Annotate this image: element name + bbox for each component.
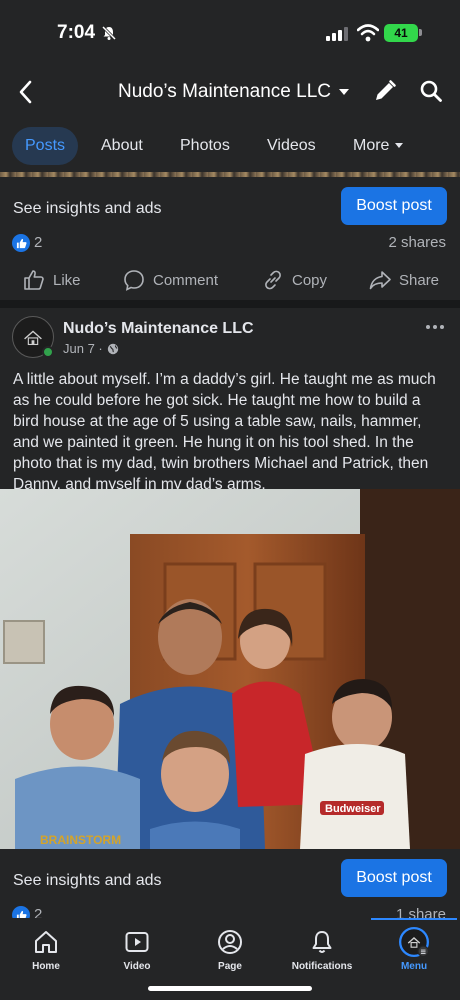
link-icon (265, 270, 281, 290)
page-name: Nudo’s Maintenance LLC (118, 81, 332, 102)
video-icon (125, 932, 149, 952)
tab-more-label: More (353, 137, 390, 154)
comment-label: Comment (153, 271, 219, 289)
see-insights-link[interactable]: See insights and ads (13, 200, 162, 218)
battery-nub (419, 29, 422, 36)
nav-page[interactable]: Page (190, 918, 270, 978)
see-insights-link-2[interactable]: See insights and ads (13, 872, 162, 890)
tab-photos[interactable]: Photos (180, 127, 230, 165)
copy-label: Copy (292, 271, 328, 289)
tab-videos[interactable]: Videos (267, 127, 316, 165)
more-options-icon[interactable] (426, 320, 446, 334)
page-icon (218, 930, 242, 954)
nav-menu-label: Menu (400, 961, 428, 972)
boost-post-button-2[interactable]: Boost post (341, 859, 447, 897)
shirt-text-brainstorm: BRAINSTORM (40, 833, 121, 847)
like-label: Like (53, 271, 81, 289)
like-reaction-icon (12, 234, 30, 252)
nav-home[interactable]: Home (6, 918, 86, 978)
menu-icon (399, 927, 429, 957)
reactions-bar-2: 2 1 share (0, 902, 460, 918)
comment-icon (124, 270, 144, 291)
post-photo[interactable]: BRAINSTORM Budweiser (0, 489, 460, 849)
reaction-count-2[interactable]: 2 (34, 906, 42, 918)
pencil-icon[interactable] (373, 79, 397, 103)
nav-video[interactable]: Video (97, 918, 177, 978)
battery-indicator: 41 (384, 24, 418, 42)
like-reaction-icon-2 (12, 906, 30, 918)
nav-notifications-label: Notifications (291, 961, 353, 972)
post-meta: Jun 7 · (63, 341, 119, 356)
share-count[interactable]: 2 shares (388, 234, 446, 251)
status-time: 7:04 (57, 22, 96, 43)
post-text: A little about myself. I’m a daddy’s gir… (13, 371, 436, 493)
globe-icon (107, 343, 118, 354)
cover-photo-edge (0, 172, 460, 177)
share-label: Share (399, 271, 440, 289)
bell-icon (312, 931, 332, 953)
online-status-dot (42, 346, 54, 358)
page-name-switcher[interactable]: Nudo’s Maintenance LLC (118, 81, 350, 103)
copy-link-button[interactable]: Copy (262, 262, 327, 298)
post-actions: Like Comment Copy Share (0, 262, 460, 298)
nav-home-label: Home (32, 961, 60, 972)
home-icon (35, 931, 57, 953)
nav-notifications[interactable]: Notifications (282, 918, 362, 978)
battery-level: 41 (394, 26, 408, 40)
tab-about[interactable]: About (101, 127, 143, 165)
status-bar: 7:04 41 (0, 0, 460, 66)
share-icon (369, 271, 391, 290)
search-icon[interactable] (419, 79, 443, 103)
tab-posts[interactable]: Posts (12, 127, 79, 165)
chevron-down-icon (395, 143, 404, 149)
back-icon[interactable] (14, 78, 38, 106)
like-button[interactable]: Like (23, 262, 81, 298)
nav-menu[interactable]: Menu (374, 918, 454, 978)
reactions-bar: 2 2 shares (0, 230, 460, 258)
share-button[interactable]: Share (369, 262, 439, 298)
page-tabs: Posts About Photos Videos More (0, 127, 460, 167)
home-indicator (148, 986, 312, 991)
wifi-icon (357, 24, 379, 42)
feed-separator (0, 300, 460, 308)
thumbs-up-icon (24, 270, 44, 290)
nav-page-label: Page (218, 961, 242, 972)
bell-off-icon (101, 25, 117, 41)
post-author[interactable]: Nudo’s Maintenance LLC (63, 320, 254, 338)
share-count-2[interactable]: 1 share (396, 906, 446, 918)
reaction-count[interactable]: 2 (34, 234, 42, 251)
chevron-down-icon (339, 89, 350, 95)
tab-more[interactable]: More (353, 127, 404, 165)
shirt-text-budweiser: Budweiser (325, 803, 381, 815)
post-date[interactable]: Jun 7 · (63, 341, 103, 356)
nav-video-label: Video (123, 961, 151, 972)
comment-button[interactable]: Comment (123, 262, 218, 298)
page-header: Nudo’s Maintenance LLC (0, 66, 460, 118)
boost-post-button[interactable]: Boost post (341, 187, 447, 225)
signal-icon (326, 27, 348, 41)
